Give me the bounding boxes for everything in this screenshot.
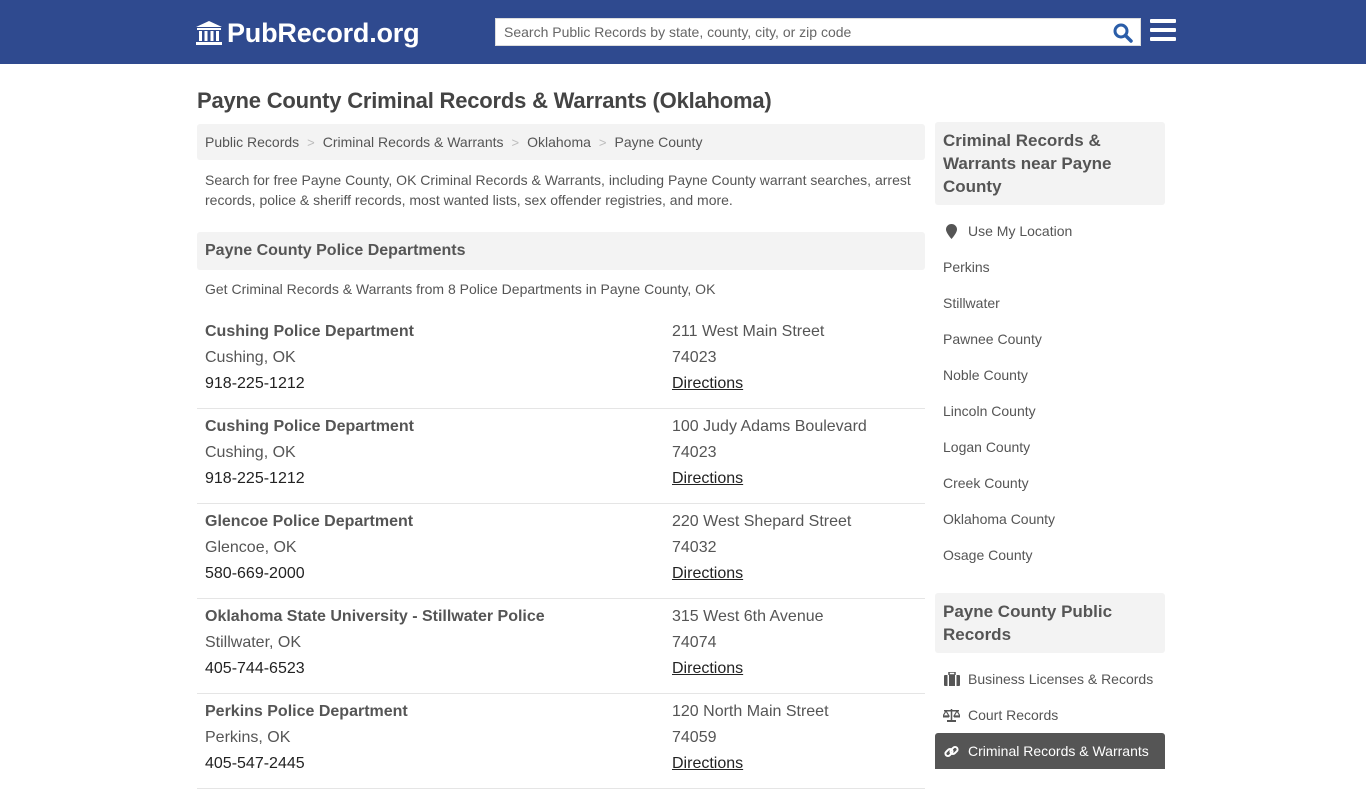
department-zip: 74059: [672, 729, 717, 746]
criminal-records-label: Criminal Records & Warrants: [968, 743, 1149, 759]
department-zip: 74023: [672, 349, 717, 366]
department-phone[interactable]: 405-547-2445: [205, 751, 408, 777]
department-address: 211 West Main Street: [672, 323, 825, 340]
department-address: 220 West Shepard Street: [672, 513, 852, 530]
nearby-list: Use My Location Perkins Stillwater Pawne…: [935, 213, 1165, 573]
breadcrumb-oklahoma[interactable]: Oklahoma: [527, 134, 591, 150]
department-zip: 74023: [672, 444, 717, 461]
section-title: Payne County Police Departments: [197, 232, 925, 270]
nearby-link[interactable]: Pawnee County: [935, 321, 1165, 357]
department-city: Perkins, OK: [205, 729, 291, 746]
department-list: Cushing Police Department Cushing, OK 91…: [197, 314, 925, 789]
breadcrumb: Public Records > Criminal Records & Warr…: [197, 124, 925, 160]
business-licenses-link[interactable]: Business Licenses & Records: [935, 661, 1165, 697]
search-box: [495, 18, 1141, 46]
scales-icon: [943, 707, 960, 723]
nearby-link[interactable]: Oklahoma County: [935, 501, 1165, 537]
map-marker-icon: [943, 223, 960, 239]
department-phone[interactable]: 918-225-1212: [205, 466, 414, 492]
site-logo[interactable]: PubRecord.org: [195, 17, 420, 49]
sidebar-public-records-title: Payne County Public Records: [935, 593, 1165, 653]
breadcrumb-separator: >: [598, 134, 607, 150]
sidebar-nearby-title: Criminal Records & Warrants near Payne C…: [935, 122, 1165, 205]
public-records-list: Business Licenses & Records Court Record…: [935, 661, 1165, 769]
use-my-location-link[interactable]: Use My Location: [935, 213, 1165, 249]
directions-link[interactable]: Directions: [672, 660, 743, 677]
department-city: Stillwater, OK: [205, 634, 302, 651]
department-zip: 74032: [672, 539, 717, 556]
breadcrumb-separator: >: [307, 134, 315, 150]
department-name: Cushing Police Department: [205, 323, 414, 340]
nearby-link[interactable]: Noble County: [935, 357, 1165, 393]
search-input[interactable]: [496, 19, 1106, 45]
department-row: Oklahoma State University - Stillwater P…: [197, 599, 925, 694]
department-name: Cushing Police Department: [205, 418, 414, 435]
nearby-link[interactable]: Osage County: [935, 537, 1165, 573]
department-row: Glencoe Police Department Glencoe, OK 58…: [197, 504, 925, 599]
breadcrumb-separator: >: [511, 134, 520, 150]
department-name: Oklahoma State University - Stillwater P…: [205, 608, 545, 625]
nearby-link[interactable]: Stillwater: [935, 285, 1165, 321]
directions-link[interactable]: Directions: [672, 470, 743, 487]
department-row: Cushing Police Department Cushing, OK 91…: [197, 314, 925, 409]
courthouse-icon: [196, 21, 222, 45]
breadcrumb-public-records[interactable]: Public Records: [205, 134, 299, 150]
court-records-link[interactable]: Court Records: [935, 697, 1165, 733]
business-licenses-label: Business Licenses & Records: [968, 671, 1154, 687]
page-title: Payne County Criminal Records & Warrants…: [197, 88, 772, 113]
court-records-label: Court Records: [968, 707, 1059, 723]
link-icon: [943, 743, 960, 759]
criminal-records-link[interactable]: Criminal Records & Warrants: [935, 733, 1165, 769]
department-zip: 74074: [672, 634, 717, 651]
nearby-link[interactable]: Creek County: [935, 465, 1165, 501]
department-address: 100 Judy Adams Boulevard: [672, 418, 867, 435]
hamburger-menu-icon[interactable]: [1150, 19, 1176, 43]
directions-link[interactable]: Directions: [672, 375, 743, 392]
sidebar: Criminal Records & Warrants near Payne C…: [935, 122, 1165, 769]
department-city: Glencoe, OK: [205, 539, 297, 556]
department-address: 315 West 6th Avenue: [672, 608, 824, 625]
department-address: 120 North Main Street: [672, 703, 829, 720]
department-row: Cushing Police Department Cushing, OK 91…: [197, 409, 925, 504]
department-phone[interactable]: 405-744-6523: [205, 656, 545, 682]
intro-text: Search for free Payne County, OK Crimina…: [205, 172, 911, 208]
directions-link[interactable]: Directions: [672, 755, 743, 772]
department-city: Cushing, OK: [205, 444, 296, 461]
nearby-link[interactable]: Logan County: [935, 429, 1165, 465]
department-row: Perkins Police Department Perkins, OK 40…: [197, 694, 925, 789]
department-name: Glencoe Police Department: [205, 513, 414, 530]
department-phone[interactable]: 580-669-2000: [205, 561, 413, 587]
logo-text: PubRecord.org: [227, 17, 420, 48]
directions-link[interactable]: Directions: [672, 565, 743, 582]
department-phone[interactable]: 918-225-1212: [205, 371, 414, 397]
briefcase-icon: [943, 671, 960, 687]
nearby-link[interactable]: Perkins: [935, 249, 1165, 285]
breadcrumb-payne-county[interactable]: Payne County: [615, 134, 703, 150]
department-city: Cushing, OK: [205, 349, 296, 366]
department-name: Perkins Police Department: [205, 703, 408, 720]
nearby-link[interactable]: Lincoln County: [935, 393, 1165, 429]
section-subtitle: Get Criminal Records & Warrants from 8 P…: [205, 281, 716, 297]
search-icon[interactable]: [1112, 22, 1134, 44]
top-navbar: PubRecord.org: [0, 0, 1366, 64]
use-my-location-label: Use My Location: [968, 223, 1073, 239]
breadcrumb-criminal-records[interactable]: Criminal Records & Warrants: [323, 134, 504, 150]
